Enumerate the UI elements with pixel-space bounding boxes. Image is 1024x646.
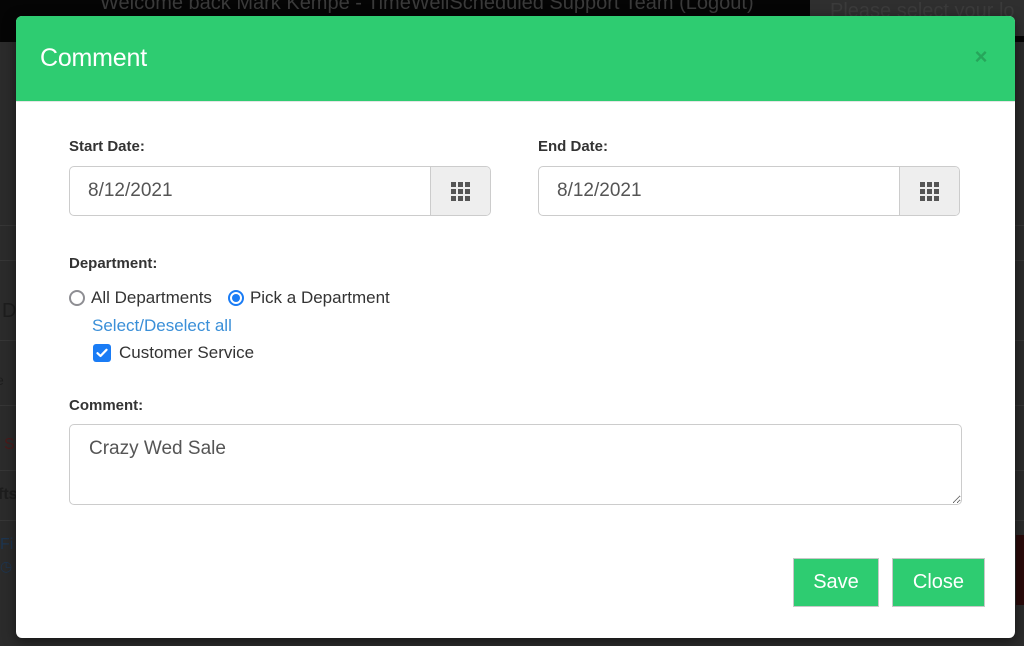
radio-button-unchecked[interactable] [69,290,85,306]
comment-textarea[interactable]: Crazy Wed Sale [69,424,962,505]
background-fragment: Fi [0,536,14,553]
comment-modal: Comment × Start Date: End Date: Departme… [16,16,1015,638]
end-date-picker-button[interactable] [899,167,959,215]
radio-pick-department[interactable]: Pick a Department [227,288,390,308]
checkbox-checked[interactable] [93,344,111,362]
background-fragment: S [4,436,15,453]
department-radio-group: All Departments Pick a Department [69,288,406,308]
background-fragment: fts [0,486,18,503]
start-date-group [69,166,491,216]
radio-button-checked[interactable] [227,290,244,306]
save-button[interactable]: Save [793,558,879,607]
modal-title: Comment [40,44,147,72]
start-date-input[interactable] [70,167,430,215]
checkmark-icon [96,348,108,358]
radio-all-departments[interactable]: All Departments [69,288,212,308]
department-customer-service-label: Customer Service [119,343,255,362]
start-date-picker-button[interactable] [430,167,490,215]
calendar-grid-icon [451,181,470,201]
department-label: Department: [69,255,158,272]
background-fragment: D [2,300,17,322]
close-icon[interactable]: × [969,42,993,72]
background-right-panel [1016,535,1024,605]
modal-header: Comment × [16,16,1015,102]
end-date-input[interactable] [539,167,899,215]
radio-pick-department-label: Pick a Department [249,288,390,307]
background-welcome-text: Welcome back Mark Kempe - TimeWellSchedu… [100,0,754,14]
end-date-label: End Date: [538,138,609,155]
calendar-grid-icon [920,181,939,201]
select-deselect-all-link[interactable]: Select/Deselect all [92,316,232,336]
department-checkbox-customer-service[interactable]: Customer Service [93,343,254,363]
background-fragment: e [0,372,4,388]
comment-label: Comment: [69,397,144,414]
start-date-label: Start Date: [69,138,145,155]
close-button[interactable]: Close [892,558,985,607]
end-date-group [538,166,960,216]
radio-all-departments-label: All Departments [91,288,212,307]
